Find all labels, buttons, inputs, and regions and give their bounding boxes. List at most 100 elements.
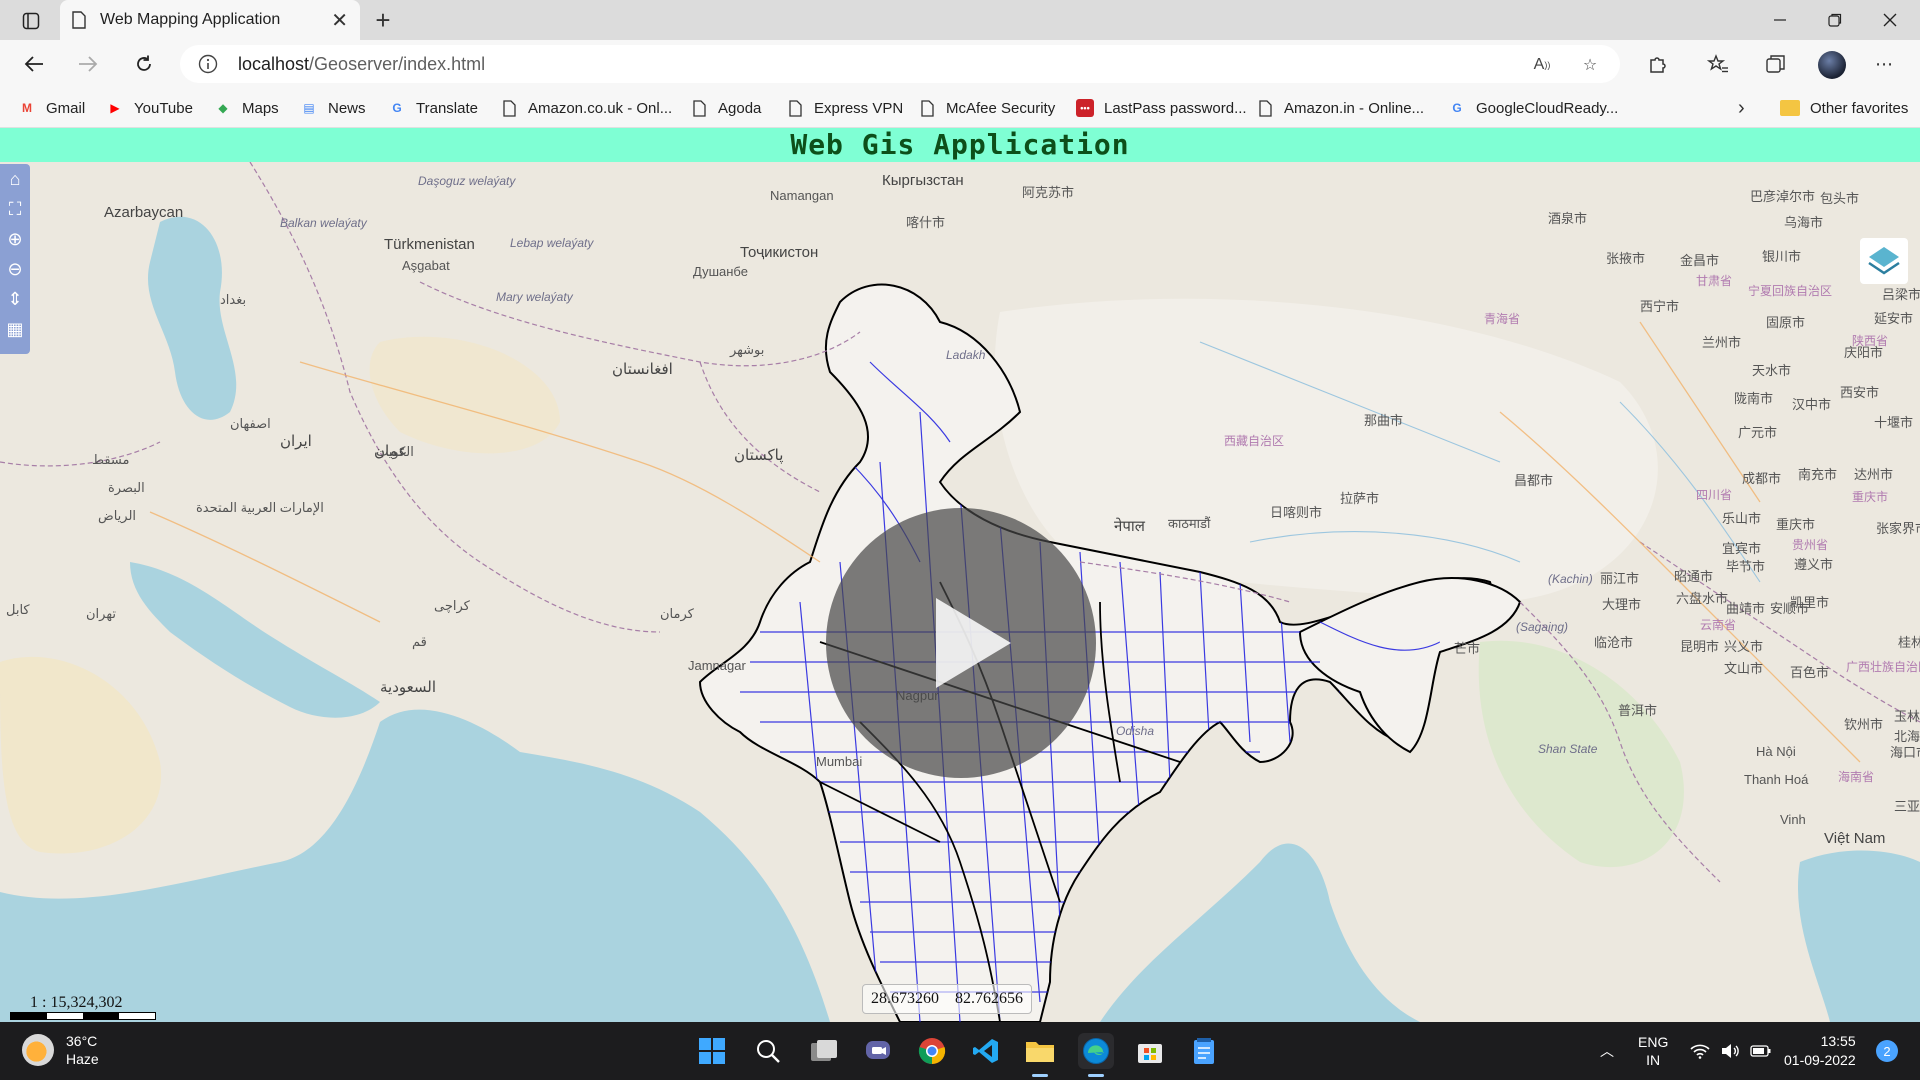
language-indicator[interactable]: ENG IN bbox=[1638, 1022, 1668, 1080]
favorite-label: News bbox=[328, 99, 366, 117]
zoom-extent-icon[interactable]: ⛶ bbox=[0, 194, 30, 224]
favorite-9[interactable]: McAfee Security bbox=[918, 97, 1055, 119]
language-code: ENG bbox=[1638, 1034, 1669, 1050]
favorite-label: GoogleCloudReady... bbox=[1476, 99, 1619, 117]
map-place-label: 酒泉市 bbox=[1548, 211, 1588, 226]
read-aloud-icon[interactable]: A)) bbox=[1530, 53, 1554, 77]
system-clock[interactable]: 13:55 01-09-2022 bbox=[1784, 1032, 1856, 1070]
map-place-label: 重庆市 bbox=[1776, 517, 1816, 532]
minimize-button[interactable] bbox=[1750, 0, 1810, 40]
favorite-10[interactable]: ••• LastPass password... bbox=[1076, 97, 1247, 119]
favorites-button[interactable] bbox=[1700, 48, 1736, 80]
map-place-label: 青海省 bbox=[1484, 312, 1521, 326]
restore-button[interactable] bbox=[1805, 0, 1865, 40]
favorite-2[interactable]: ▶ YouTube bbox=[106, 97, 193, 119]
wifi-icon[interactable] bbox=[1690, 1022, 1710, 1080]
weather-temperature: 36°C bbox=[66, 1033, 98, 1049]
extensions-button[interactable] bbox=[1640, 48, 1676, 80]
map-view[interactable]: Azarbaycan Türkmenistan Balkan welaýaty Leb… bbox=[0, 162, 1920, 1022]
measure-area-icon[interactable]: ▦ bbox=[0, 314, 30, 344]
scale-bar bbox=[10, 1012, 156, 1020]
edge-button[interactable] bbox=[1078, 1033, 1114, 1069]
map-place-label: 银川市 bbox=[1762, 249, 1802, 264]
battery-icon[interactable] bbox=[1750, 1022, 1772, 1080]
teams-chat-button[interactable] bbox=[860, 1033, 896, 1069]
add-favorite-icon[interactable]: ☆ bbox=[1578, 53, 1602, 77]
map-place-label: 西藏自治区 bbox=[1224, 434, 1285, 448]
zoom-in-icon[interactable]: ⊕ bbox=[0, 224, 30, 254]
favorites-overflow-chevron-icon[interactable]: › bbox=[1738, 97, 1745, 120]
other-favorites[interactable]: Other favorites bbox=[1780, 97, 1908, 119]
zoom-out-icon[interactable]: ⊖ bbox=[0, 254, 30, 284]
favorite-8[interactable]: Express VPN bbox=[786, 97, 903, 119]
favorite-3[interactable]: ◆ Maps bbox=[214, 97, 278, 119]
favorite-7[interactable]: Agoda bbox=[690, 97, 761, 119]
favorite-12[interactable]: G GoogleCloudReady... bbox=[1448, 97, 1618, 119]
lastpass-icon: ••• bbox=[1076, 99, 1094, 117]
site-info-icon[interactable] bbox=[198, 54, 218, 74]
back-button[interactable] bbox=[16, 48, 52, 80]
map-place-label: 遵义市 bbox=[1794, 557, 1834, 572]
latitude-value: 28.673260 bbox=[871, 990, 939, 1007]
chrome-button[interactable] bbox=[914, 1033, 950, 1069]
notepad-button[interactable] bbox=[1186, 1033, 1222, 1069]
favorite-1[interactable]: M Gmail bbox=[18, 97, 85, 119]
notification-badge[interactable]: 2 bbox=[1876, 1040, 1898, 1062]
map-place-label: 张家界市 bbox=[1876, 521, 1920, 536]
favorite-6[interactable]: Amazon.co.uk - Onl... bbox=[500, 97, 672, 119]
store-button[interactable] bbox=[1132, 1033, 1168, 1069]
map-place-label: پاکستان bbox=[734, 447, 784, 464]
map-place-label: 芒市 bbox=[1454, 641, 1481, 656]
map-place-label: 喀什市 bbox=[906, 215, 946, 230]
search-button[interactable] bbox=[750, 1033, 786, 1069]
map-place-label: کراچی bbox=[434, 598, 470, 613]
map-place-label: Ladakh bbox=[946, 348, 986, 362]
settings-menu-button[interactable]: ⋯ bbox=[1866, 48, 1902, 80]
show-hidden-icons-button[interactable]: ︿ bbox=[1600, 1022, 1614, 1080]
close-tab-icon[interactable]: ✕ bbox=[331, 8, 348, 33]
map-place-label: 吕梁市 bbox=[1882, 287, 1920, 302]
vscode-button[interactable] bbox=[968, 1033, 1004, 1069]
layer-switcher-button[interactable] bbox=[1860, 238, 1908, 284]
task-view-button[interactable] bbox=[806, 1033, 842, 1069]
collections-icon bbox=[1766, 55, 1785, 73]
browser-tab-active[interactable]: Web Mapping Application ✕ bbox=[60, 0, 360, 40]
chat-icon bbox=[866, 1041, 890, 1059]
map-place-label: السعودية bbox=[380, 679, 437, 696]
map-place-label: Mumbai bbox=[816, 754, 863, 769]
store-icon bbox=[1138, 1044, 1162, 1063]
favorite-4[interactable]: ▤ News bbox=[300, 97, 366, 119]
map-place-label: 陕西省 bbox=[1852, 334, 1889, 348]
measure-length-icon[interactable]: ⇕ bbox=[0, 284, 30, 314]
folder-icon bbox=[1026, 1042, 1054, 1062]
map-place-label: 拉萨市 bbox=[1340, 491, 1380, 506]
map-place-label: 汉中市 bbox=[1792, 397, 1832, 412]
map-place-label: 张掖市 bbox=[1606, 251, 1646, 266]
new-tab-button[interactable]: + bbox=[368, 6, 398, 36]
tab-title: Web Mapping Application bbox=[100, 11, 281, 28]
start-button[interactable] bbox=[694, 1033, 730, 1069]
map-place-label: Jamnagar bbox=[688, 658, 746, 673]
forward-button[interactable] bbox=[70, 48, 106, 80]
map-place-label: 毕节市 bbox=[1726, 559, 1766, 574]
favorite-label: Amazon.in - Online... bbox=[1284, 99, 1425, 117]
volume-icon[interactable] bbox=[1720, 1022, 1740, 1080]
favorite-5[interactable]: G Translate bbox=[388, 97, 478, 119]
puzzle-icon bbox=[1650, 57, 1666, 73]
map-place-label: کابل bbox=[6, 602, 30, 617]
close-window-button[interactable] bbox=[1860, 0, 1920, 40]
file-explorer-button[interactable] bbox=[1022, 1033, 1058, 1069]
refresh-button[interactable] bbox=[126, 48, 162, 80]
favorite-label: Agoda bbox=[718, 99, 762, 117]
profile-avatar[interactable] bbox=[1818, 51, 1846, 79]
address-bar[interactable]: localhost/Geoserver/index.html A)) ☆ bbox=[180, 45, 1620, 83]
weather-widget[interactable]: 36°C Haze bbox=[22, 1032, 99, 1068]
map-place-label: 六盘水市 bbox=[1676, 591, 1729, 606]
more-icon: ⋯ bbox=[1875, 53, 1893, 74]
map-place-label: 甘肃省 bbox=[1696, 274, 1733, 288]
tab-actions-button[interactable] bbox=[14, 8, 48, 34]
home-icon[interactable]: ⌂ bbox=[0, 164, 30, 194]
favorite-11[interactable]: Amazon.in - Online... bbox=[1256, 97, 1424, 119]
collections-button[interactable] bbox=[1758, 48, 1794, 80]
video-play-overlay[interactable] bbox=[826, 508, 1096, 778]
